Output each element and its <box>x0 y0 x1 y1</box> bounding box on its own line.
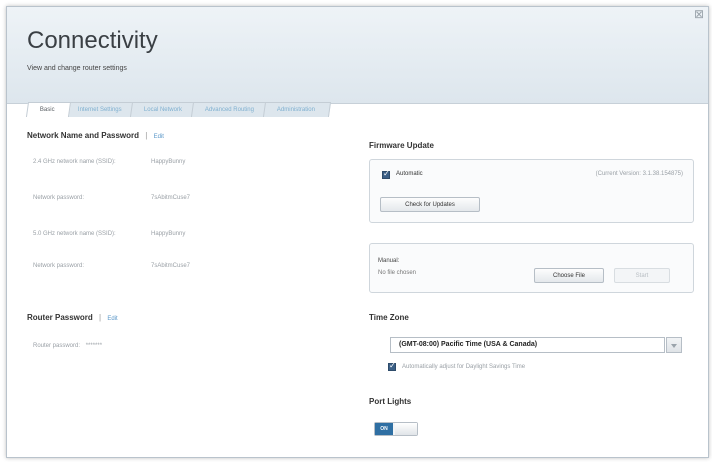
check-for-updates-button[interactable]: Check for Updates <box>380 197 480 212</box>
row-value: 7sAbitmCuse7 <box>151 263 191 269</box>
row-value: ******* <box>85 343 103 349</box>
row-label: Network password: <box>33 263 85 269</box>
ssid-24-row: 2.4 GHz network name (SSID): HappyBunny <box>33 159 185 165</box>
file-status: No file chosen <box>378 270 417 276</box>
row-value: 7sAbitmCuse7 <box>151 195 191 201</box>
tab-basic[interactable]: Basic <box>25 102 71 117</box>
current-version: (Current Version: 3.1.38.154875) <box>595 171 683 177</box>
connectivity-window: ⊠ Connectivity View and change router se… <box>6 6 709 458</box>
separator: | <box>145 131 148 140</box>
timezone-section-title: Time Zone <box>369 313 409 322</box>
router-password-title-text: Router Password <box>27 313 93 322</box>
page-title: Connectivity <box>27 27 158 54</box>
tab-local-network[interactable]: Local Network <box>130 102 199 117</box>
tab-bar: Basic Internet Settings Local Network Ad… <box>25 102 332 117</box>
row-label: Router password: <box>33 343 81 349</box>
ssid-5-row: 5.0 GHz network name (SSID): HappyBunny <box>33 231 185 237</box>
timezone-selected-value: (GMT-08:00) Pacific Time (USA & Canada) <box>399 341 538 348</box>
timezone-select[interactable]: (GMT-08:00) Pacific Time (USA & Canada) <box>390 337 682 353</box>
tab-label: Local Network <box>144 107 183 113</box>
firmware-auto-panel: Automatic (Current Version: 3.1.38.15487… <box>369 159 694 223</box>
choose-file-button[interactable]: Choose File <box>534 268 604 283</box>
separator: | <box>99 313 102 322</box>
tab-label: Advanced Routing <box>205 107 255 113</box>
port-lights-section-title: Port Lights <box>369 397 412 406</box>
network-edit-link[interactable]: Edit <box>154 134 164 140</box>
header: ⊠ Connectivity View and change router se… <box>7 7 708 117</box>
start-button[interactable]: Start <box>614 268 670 283</box>
tab-label: Internet Settings <box>77 107 122 113</box>
toggle-knob <box>395 423 417 435</box>
dst-checkbox[interactable] <box>388 361 396 371</box>
password-24-row: Network password: 7sAbitmCuse7 <box>33 195 190 201</box>
port-lights-toggle[interactable]: ON <box>374 422 418 436</box>
chevron-down-icon[interactable] <box>666 337 682 353</box>
automatic-label: Automatic <box>396 171 423 177</box>
row-label: 5.0 GHz network name (SSID): <box>33 231 116 237</box>
page-subtitle: View and change router settings <box>27 65 127 72</box>
row-value: HappyBunny <box>151 231 186 237</box>
tab-label: Administration <box>277 107 316 113</box>
router-password-row: Router password: ******* <box>33 343 102 349</box>
network-title-text: Network Name and Password <box>27 131 140 140</box>
router-password-edit-link[interactable]: Edit <box>107 316 117 322</box>
row-value: HappyBunny <box>151 159 186 165</box>
manual-label: Manual: <box>378 258 400 264</box>
content-area: Network Name and Password | Edit 2.4 GHz… <box>7 117 708 457</box>
password-5-row: Network password: 7sAbitmCuse7 <box>33 263 190 269</box>
automatic-checkbox[interactable] <box>382 169 390 179</box>
toggle-state-label: ON <box>375 423 393 435</box>
tab-advanced-routing[interactable]: Advanced Routing <box>191 102 271 117</box>
close-icon[interactable]: ⊠ <box>694 7 704 21</box>
firmware-manual-panel: Manual: No file chosen Choose File Start <box>369 243 694 293</box>
firmware-section-title: Firmware Update <box>369 141 434 150</box>
tab-internet-settings[interactable]: Internet Settings <box>63 102 138 117</box>
router-password-section-title: Router Password | Edit <box>27 313 118 322</box>
row-label: 2.4 GHz network name (SSID): <box>33 159 116 165</box>
tab-administration[interactable]: Administration <box>263 102 332 117</box>
network-section-title: Network Name and Password | Edit <box>27 131 164 140</box>
row-label: Network password: <box>33 195 85 201</box>
tab-label: Basic <box>39 107 55 113</box>
dst-label: Automatically adjust for Daylight Saving… <box>402 364 526 370</box>
